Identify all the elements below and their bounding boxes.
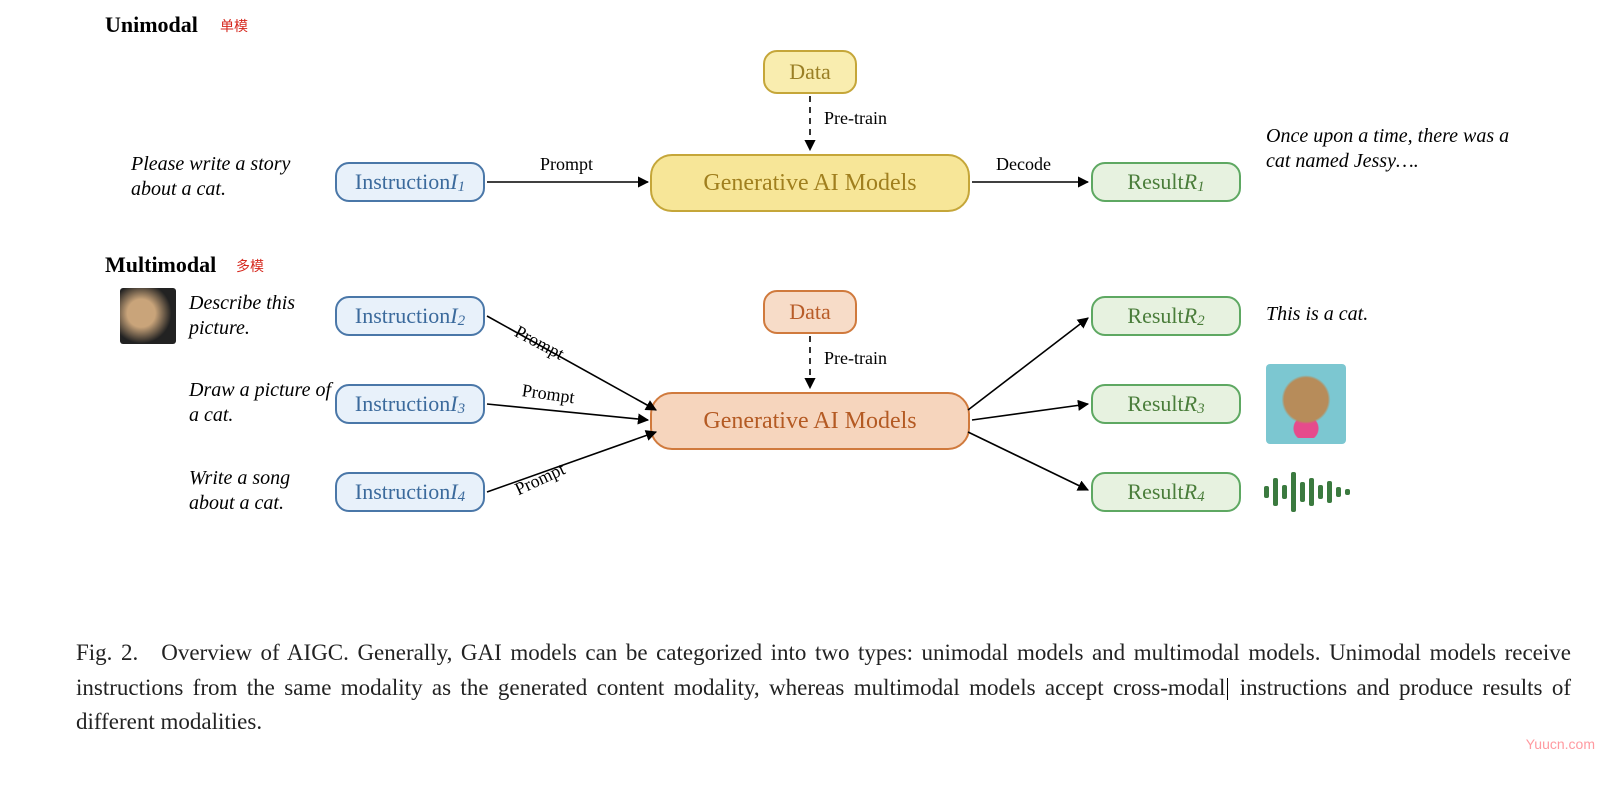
result-sub: 3 bbox=[1197, 401, 1205, 418]
result-label: Result bbox=[1127, 391, 1183, 417]
text-cursor-icon bbox=[1227, 678, 1228, 700]
result-box-3: Result R 3 bbox=[1091, 384, 1241, 424]
instruction-box-1: Instruction I 1 bbox=[335, 162, 485, 202]
output-text-m1: This is a cat. bbox=[1266, 302, 1368, 327]
result-label: Result bbox=[1127, 303, 1183, 329]
result-sub: 4 bbox=[1197, 489, 1205, 506]
instruction-var: I bbox=[450, 479, 457, 505]
instruction-box-2: Instruction I 2 bbox=[335, 296, 485, 336]
instruction-label: Instruction bbox=[355, 479, 450, 505]
edge-label-prompt-m2: Prompt bbox=[521, 380, 576, 408]
watermark-text: Yuucn.com bbox=[1526, 736, 1595, 752]
model-label: Generative AI Models bbox=[703, 170, 916, 197]
output-text-unimodal: Once upon a time, there was a cat named … bbox=[1266, 124, 1526, 174]
edge-label-prompt-m1: Prompt bbox=[511, 321, 568, 364]
result-box-1: Result R 1 bbox=[1091, 162, 1241, 202]
result-var: R bbox=[1184, 303, 1197, 329]
section-title-unimodal: Unimodal bbox=[105, 12, 198, 38]
result-var: R bbox=[1184, 391, 1197, 417]
model-box-multimodal: Generative AI Models bbox=[650, 392, 970, 450]
instruction-label: Instruction bbox=[355, 303, 450, 329]
instruction-sub: 4 bbox=[458, 489, 466, 506]
result-var: R bbox=[1184, 169, 1197, 195]
result-label: Result bbox=[1127, 479, 1183, 505]
instruction-label: Instruction bbox=[355, 391, 450, 417]
instruction-label: Instruction bbox=[355, 169, 450, 195]
diagram-canvas: Unimodal 单模 Multimodal 多模 Please write a… bbox=[0, 0, 1611, 792]
prompt-text-m3: Write a song about a cat. bbox=[189, 466, 339, 516]
annotation-multimodal: 多模 bbox=[236, 256, 264, 276]
instruction-box-4: Instruction I 4 bbox=[335, 472, 485, 512]
prompt-text-unimodal: Please write a story about a cat. bbox=[131, 152, 321, 202]
result-sub: 2 bbox=[1197, 313, 1205, 330]
data-box-unimodal: Data bbox=[763, 50, 857, 94]
instruction-box-3: Instruction I 3 bbox=[335, 384, 485, 424]
instruction-sub: 3 bbox=[458, 401, 466, 418]
instruction-sub: 1 bbox=[458, 179, 466, 196]
annotation-unimodal: 单模 bbox=[220, 16, 248, 36]
prompt-text-m1: Describe this picture. bbox=[189, 291, 339, 341]
figure-caption: Fig. 2. Overview of AIGC. Generally, GAI… bbox=[76, 636, 1571, 740]
result-box-4: Result R 4 bbox=[1091, 472, 1241, 512]
result-sub: 1 bbox=[1197, 179, 1205, 196]
output-audio-waveform-icon bbox=[1262, 470, 1352, 514]
edge-label-pretrain-multi: Pre-train bbox=[824, 348, 887, 369]
edge-label-decode-unimodal: Decode bbox=[996, 154, 1051, 175]
output-cat-generated-image bbox=[1266, 364, 1346, 444]
result-box-2: Result R 2 bbox=[1091, 296, 1241, 336]
result-label: Result bbox=[1127, 169, 1183, 195]
instruction-var: I bbox=[450, 391, 457, 417]
instruction-var: I bbox=[450, 169, 457, 195]
edge-label-prompt-unimodal: Prompt bbox=[540, 154, 593, 175]
edge-label-pretrain-unimodal: Pre-train bbox=[824, 108, 887, 129]
input-cat-image bbox=[120, 288, 176, 344]
instruction-sub: 2 bbox=[458, 313, 466, 330]
prompt-text-m2: Draw a picture of a cat. bbox=[189, 378, 339, 428]
data-label: Data bbox=[789, 59, 831, 85]
data-box-multimodal: Data bbox=[763, 290, 857, 334]
instruction-var: I bbox=[450, 303, 457, 329]
model-box-unimodal: Generative AI Models bbox=[650, 154, 970, 212]
result-var: R bbox=[1184, 479, 1197, 505]
model-label: Generative AI Models bbox=[703, 408, 916, 435]
section-title-multimodal: Multimodal bbox=[105, 252, 216, 278]
edge-label-prompt-m3: Prompt bbox=[512, 459, 569, 500]
data-label: Data bbox=[789, 299, 831, 325]
